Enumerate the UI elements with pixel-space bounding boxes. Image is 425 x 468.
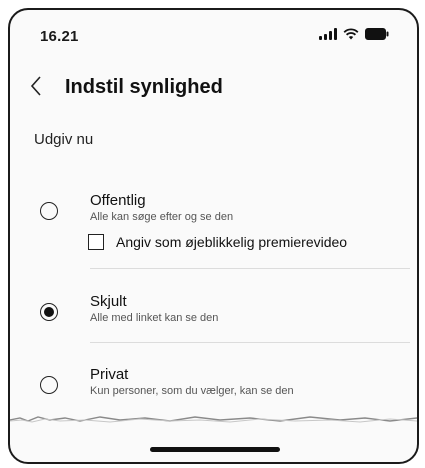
battery-icon — [365, 28, 389, 40]
signal-icon — [319, 28, 337, 40]
home-indicator[interactable] — [150, 447, 280, 452]
option-title: Offentlig — [90, 192, 146, 209]
option-title: Skjult — [90, 293, 127, 310]
phone-frame: 16.21 Indstil synlighed Udgiv nu Offentl… — [8, 8, 419, 464]
page-title: Indstil synlighed — [65, 76, 223, 98]
wifi-icon — [343, 28, 359, 40]
torn-edge — [10, 408, 417, 432]
radio-public[interactable] — [40, 202, 58, 220]
option-unlisted[interactable]: Skjult Alle med linket kan se den — [10, 293, 417, 355]
divider — [90, 268, 410, 269]
divider — [90, 342, 410, 343]
premiere-checkbox-label: Angiv som øjeblikkelig premierevideo — [116, 234, 348, 250]
status-bar: 16.21 — [10, 10, 417, 58]
radio-unlisted[interactable] — [40, 303, 58, 321]
status-time: 16.21 — [40, 28, 79, 45]
status-icons — [319, 28, 389, 40]
option-title: Privat — [90, 366, 129, 383]
radio-private[interactable] — [40, 376, 58, 394]
option-subtitle: Kun personer, som du vælger, kan se den — [90, 385, 294, 397]
option-subtitle: Alle kan søge efter og se den — [90, 211, 234, 223]
option-subtitle: Alle med linket kan se den — [90, 312, 219, 324]
premiere-checkbox[interactable] — [88, 234, 104, 250]
chevron-left-icon — [30, 76, 41, 96]
section-label: Udgiv nu — [34, 131, 94, 148]
back-button[interactable] — [28, 74, 48, 100]
nav-bar: Indstil synlighed — [10, 68, 417, 112]
